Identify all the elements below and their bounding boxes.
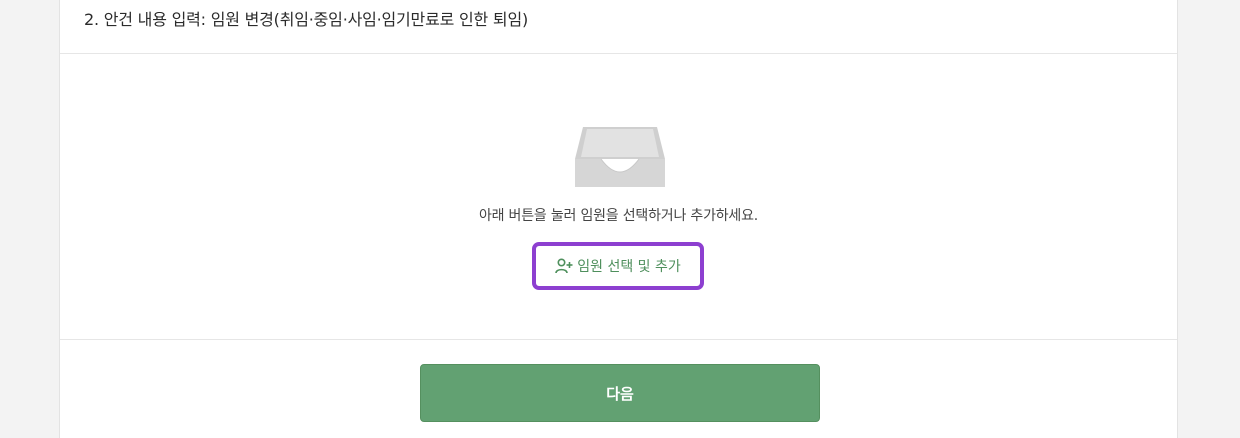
empty-state-message: 아래 버튼을 눌러 임원을 선택하거나 추가하세요.	[478, 208, 759, 224]
select-add-officer-label: 임원 선택 및 추가	[577, 259, 681, 275]
footer-divider	[60, 339, 1177, 340]
next-button-label: 다음	[606, 384, 634, 403]
user-plus-icon	[555, 258, 573, 274]
select-add-officer-button[interactable]: 임원 선택 및 추가	[532, 242, 704, 290]
inbox-tray-icon	[575, 127, 665, 187]
header-divider	[60, 53, 1177, 54]
next-button[interactable]: 다음	[420, 364, 820, 422]
agenda-card: 2. 안건 내용 입력: 임원 변경(취임·중임·사임·임기만료로 인한 퇴임)…	[59, 0, 1178, 438]
section-title: 2. 안건 내용 입력: 임원 변경(취임·중임·사임·임기만료로 인한 퇴임)	[84, 10, 529, 29]
